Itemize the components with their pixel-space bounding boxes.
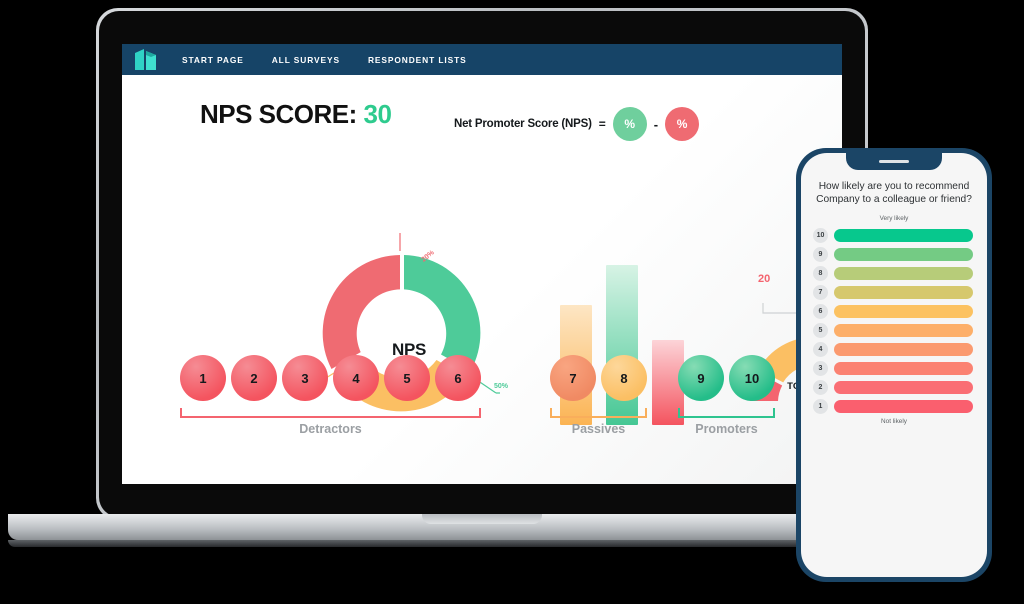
rating-row-8[interactable]: 8 [813, 266, 973, 281]
score-circle-4[interactable]: 4 [333, 355, 379, 401]
promoters-percent-bubble: % [612, 107, 647, 141]
rating-number-5: 5 [813, 323, 828, 338]
score-circle-7[interactable]: 7 [550, 355, 596, 401]
rating-number-4: 4 [813, 342, 828, 357]
rating-bar-10[interactable] [834, 229, 973, 242]
formula-label: Net Promoter Score (NPS) [454, 118, 592, 130]
nav-link-all-surveys[interactable]: ALL SURVEYS [272, 55, 340, 65]
detractors-percent-bubble: % [665, 107, 700, 141]
group-passives: 7 8 Passives [550, 355, 647, 436]
nav-link-start-page[interactable]: START PAGE [182, 55, 244, 65]
page-title: NPS SCORE: 30 [200, 99, 392, 130]
rating-row-2[interactable]: 2 [813, 380, 973, 395]
mockup-scene: START PAGE ALL SURVEYS RESPONDENT LISTS … [0, 0, 1024, 604]
rating-bar-7[interactable] [834, 286, 973, 299]
brand-logo-icon[interactable] [134, 49, 160, 70]
nps-title-prefix: NPS SCORE: [200, 99, 364, 129]
passives-bracket [550, 408, 647, 418]
score-circle-9[interactable]: 9 [678, 355, 724, 401]
promoters-bracket [678, 408, 775, 418]
formula-equals: = [598, 117, 606, 131]
rating-row-9[interactable]: 9 [813, 247, 973, 262]
phone-mockup: How likely are you to recommend Company … [796, 148, 992, 582]
score-circle-1[interactable]: 1 [180, 355, 226, 401]
phone-frame: How likely are you to recommend Company … [796, 148, 992, 582]
group-label-detractors: Detractors [299, 422, 362, 436]
nav-link-respondent-lists[interactable]: RESPONDENT LISTS [368, 55, 467, 65]
laptop-base-notch [422, 514, 542, 524]
scale-bottom-label: Not likely [881, 418, 907, 425]
nps-formula: Net Promoter Score (NPS) = % - % [454, 107, 700, 141]
score-circle-3[interactable]: 3 [282, 355, 328, 401]
rating-bar-8[interactable] [834, 267, 973, 280]
nps-title-value: 30 [363, 99, 392, 129]
scale-top-label: Very likely [879, 215, 909, 222]
detractors-bracket [180, 408, 481, 418]
rating-number-6: 6 [813, 304, 828, 319]
rating-row-5[interactable]: 5 [813, 323, 973, 338]
rating-number-3: 3 [813, 361, 828, 376]
passive-circles: 7 8 [550, 355, 647, 401]
phone-notch [846, 153, 942, 170]
score-circle-10[interactable]: 10 [729, 355, 775, 401]
rating-number-8: 8 [813, 266, 828, 281]
laptop-screen: START PAGE ALL SURVEYS RESPONDENT LISTS … [122, 44, 842, 484]
rating-row-10[interactable]: 10 [813, 228, 973, 243]
phone-screen: How likely are you to recommend Company … [801, 153, 987, 577]
rating-bar-2[interactable] [834, 381, 973, 394]
score-circle-8[interactable]: 8 [601, 355, 647, 401]
rating-list: 10 9 8 7 6 5 4 3 2 1 [801, 228, 987, 414]
formula-minus: - [653, 116, 659, 132]
detractor-circles: 1 2 3 4 5 6 [180, 355, 481, 401]
rating-row-3[interactable]: 3 [813, 361, 973, 376]
rating-row-1[interactable]: 1 [813, 399, 973, 414]
rating-number-1: 1 [813, 399, 828, 414]
score-circle-2[interactable]: 2 [231, 355, 277, 401]
rating-number-2: 2 [813, 380, 828, 395]
rating-bar-4[interactable] [834, 343, 973, 356]
dashboard-body: NPS SCORE: 30 Net Promoter Score (NPS) =… [122, 75, 842, 484]
score-circle-5[interactable]: 5 [384, 355, 430, 401]
promoter-circles: 9 10 [678, 355, 775, 401]
rating-bar-9[interactable] [834, 248, 973, 261]
rating-number-10: 10 [813, 228, 828, 243]
rating-bar-1[interactable] [834, 400, 973, 413]
rating-row-7[interactable]: 7 [813, 285, 973, 300]
group-detractors: 1 2 3 4 5 6 Detractors [180, 355, 481, 436]
rating-bar-5[interactable] [834, 324, 973, 337]
rating-bar-6[interactable] [834, 305, 973, 318]
laptop-mockup: START PAGE ALL SURVEYS RESPONDENT LISTS … [8, 8, 956, 547]
rating-row-6[interactable]: 6 [813, 304, 973, 319]
rating-bar-3[interactable] [834, 362, 973, 375]
score-circle-6[interactable]: 6 [435, 355, 481, 401]
group-promoters: 9 10 Promoters [678, 355, 775, 436]
survey-question: How likely are you to recommend Company … [816, 181, 972, 205]
group-label-passives: Passives [571, 422, 626, 436]
top-navbar: START PAGE ALL SURVEYS RESPONDENT LISTS [122, 44, 842, 75]
rating-number-9: 9 [813, 247, 828, 262]
phone-speaker-icon [879, 159, 909, 164]
group-label-promoters: Promoters [695, 422, 758, 436]
rating-row-4[interactable]: 4 [813, 342, 973, 357]
rating-number-7: 7 [813, 285, 828, 300]
score-scale: 1 2 3 4 5 6 Detractors 7 8 Passives 9 10… [122, 355, 842, 465]
